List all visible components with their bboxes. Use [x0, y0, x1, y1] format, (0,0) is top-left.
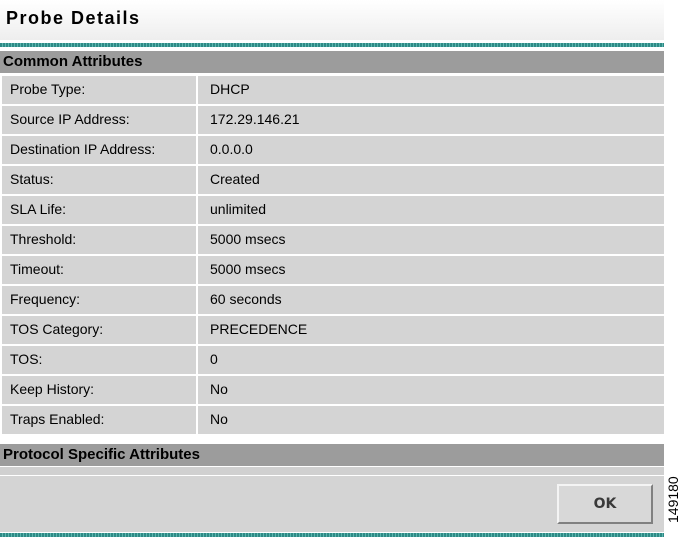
attribute-value: 0.0.0.0 [198, 136, 664, 164]
probe-details-dialog: Probe Details Common Attributes Probe Ty… [0, 0, 664, 539]
attribute-label: Frequency: [2, 286, 196, 314]
attribute-value: 5000 msecs [198, 256, 664, 284]
table-row: Traps Enabled: No [0, 404, 664, 434]
divider [0, 533, 664, 537]
table-row: Status: Created [0, 164, 664, 194]
figure-number: 149180 [665, 476, 681, 523]
table-row: Source IP Address: 172.29.146.21 [0, 104, 664, 134]
attribute-label: Status: [2, 166, 196, 194]
attribute-label: SLA Life: [2, 196, 196, 224]
table-row: SLA Life: unlimited [0, 194, 664, 224]
attribute-label: Destination IP Address: [2, 136, 196, 164]
table-row: TOS: 0 [0, 344, 664, 374]
attribute-value: Created [198, 166, 664, 194]
attribute-value: No [198, 406, 664, 434]
attribute-value: 60 seconds [198, 286, 664, 314]
attribute-label: Keep History: [2, 376, 196, 404]
table-row: Probe Type: DHCP [0, 74, 664, 104]
section-header-common: Common Attributes [0, 51, 664, 73]
dialog-title: Probe Details [6, 8, 141, 28]
attribute-label: Probe Type: [2, 76, 196, 104]
attribute-value: DHCP [198, 76, 664, 104]
section-header-protocol: Protocol Specific Attributes [0, 444, 664, 466]
table-row: TOS Category: PRECEDENCE [0, 314, 664, 344]
protocol-attributes-area [0, 467, 664, 475]
divider [0, 43, 664, 47]
attribute-value: unlimited [198, 196, 664, 224]
attribute-value: 0 [198, 346, 664, 374]
ok-button[interactable]: OK [557, 484, 653, 524]
attribute-label: Timeout: [2, 256, 196, 284]
attribute-label: TOS Category: [2, 316, 196, 344]
attribute-label: Threshold: [2, 226, 196, 254]
table-row: Timeout: 5000 msecs [0, 254, 664, 284]
attribute-label: Source IP Address: [2, 106, 196, 134]
attribute-value: 172.29.146.21 [198, 106, 664, 134]
attribute-label: Traps Enabled: [2, 406, 196, 434]
table-row: Destination IP Address: 0.0.0.0 [0, 134, 664, 164]
table-row: Frequency: 60 seconds [0, 284, 664, 314]
attribute-value: 5000 msecs [198, 226, 664, 254]
table-row: Keep History: No [0, 374, 664, 404]
attributes-table: Probe Type: DHCP Source IP Address: 172.… [0, 74, 664, 434]
table-row: Threshold: 5000 msecs [0, 224, 664, 254]
attribute-value: PRECEDENCE [198, 316, 664, 344]
attribute-value: No [198, 376, 664, 404]
attribute-label: TOS: [2, 346, 196, 374]
title-bar: Probe Details [0, 0, 664, 40]
